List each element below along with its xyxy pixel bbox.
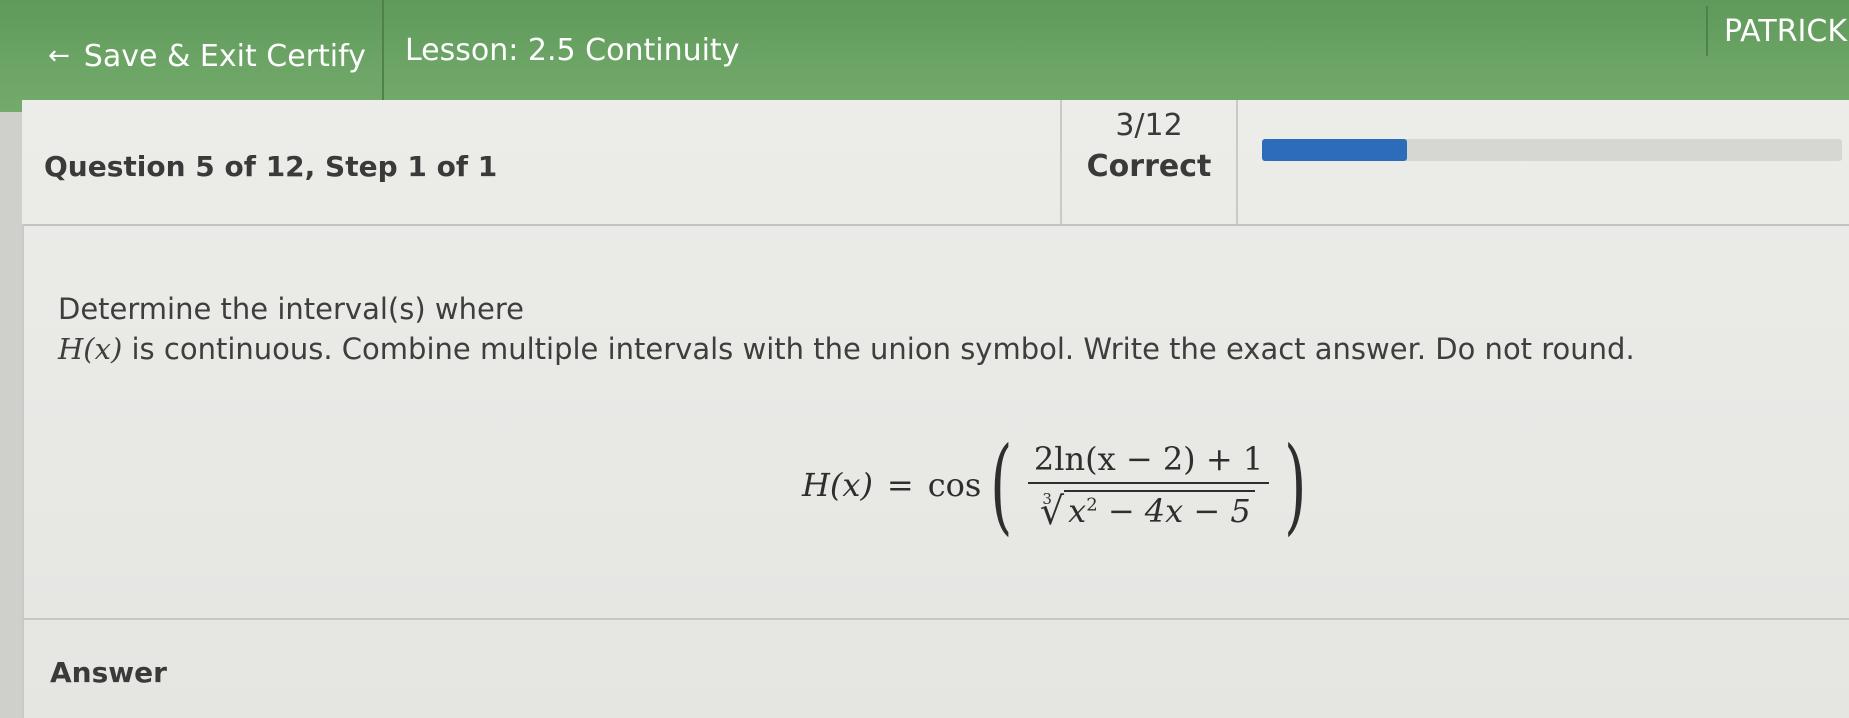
radicand-exponent: 2 [1086, 494, 1098, 516]
score-label: Correct [1086, 149, 1212, 184]
answer-divider [22, 618, 1849, 620]
formula-fraction: 2ln(x − 2) + 1 3 √ x2 − 4x − 5 [1027, 440, 1270, 533]
back-arrow-icon: ← [48, 41, 70, 71]
progress-bar-fill [1262, 139, 1407, 161]
question-step-indicator: Question 5 of 12, Step 1 of 1 [44, 150, 498, 183]
formula-denominator: 3 √ x2 − 4x − 5 [1039, 484, 1255, 533]
function-formula: H(x) = cos ( 2ln(x − 2) + 1 3 √ x2 − 4x … [802, 420, 1316, 550]
question-panel: Question 5 of 12, Step 1 of 1 3/12 Corre… [22, 100, 1849, 718]
save-exit-certify-button[interactable]: ← Save & Exit Certify [22, 0, 384, 112]
radicand-rest: − 4x − 5 [1097, 492, 1251, 530]
prompt-line-2: H(x) is continuous. Combine multiple int… [58, 332, 1635, 366]
score-fraction: 3/12 [1115, 108, 1183, 143]
formula-open-paren: ( [990, 424, 1013, 546]
prompt-instructions: is continuous. Combine multiple interval… [122, 332, 1635, 366]
formula-cos: cos [927, 466, 982, 504]
formula-lhs: H(x) [802, 466, 873, 504]
formula-numerator: 2ln(x − 2) + 1 [1027, 440, 1270, 484]
progress-bar [1262, 139, 1842, 161]
prompt-line-1: Determine the interval(s) where [58, 292, 524, 326]
answer-label: Answer [50, 656, 167, 689]
score-box: 3/12 Correct [1060, 100, 1238, 224]
prompt-function-name: H(x) [58, 332, 123, 366]
question-header: Question 5 of 12, Step 1 of 1 3/12 Corre… [22, 100, 1849, 226]
radicand: x2 − 4x − 5 [1064, 490, 1255, 530]
formula-close-paren: ) [1284, 424, 1307, 546]
radical-sign-icon: √ [1039, 489, 1065, 533]
formula-equals: = [886, 466, 914, 504]
top-navigation-bar: ← Save & Exit Certify Lesson: 2.5 Contin… [0, 0, 1849, 112]
user-menu[interactable]: PATRICK [1706, 6, 1847, 56]
cube-root: 3 √ x2 − 4x − 5 [1039, 489, 1255, 533]
save-exit-label: Save & Exit Certify [83, 38, 366, 74]
lesson-title: Lesson: 2.5 Continuity [405, 32, 740, 68]
content-left-border [22, 224, 24, 718]
radicand-base: x [1068, 492, 1087, 530]
